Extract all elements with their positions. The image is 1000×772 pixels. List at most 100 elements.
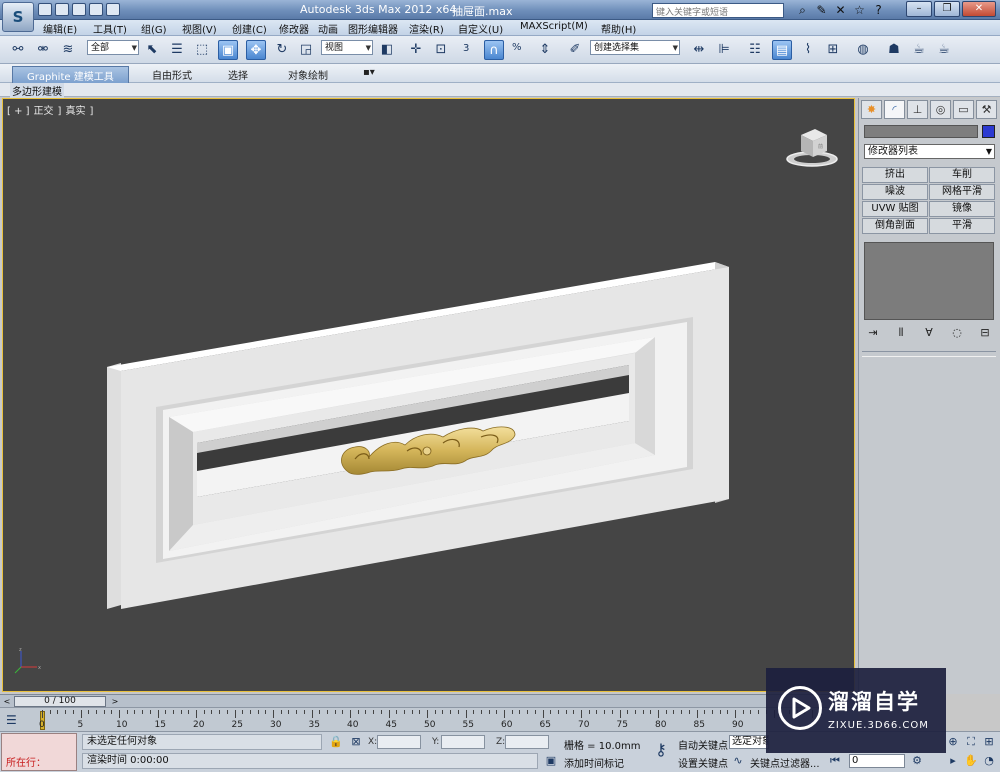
link-icon[interactable]: ⚯ [8, 40, 28, 60]
search-input[interactable]: 键入关键字或短语 [652, 3, 784, 18]
utilities-tab-icon[interactable]: ⚒ [976, 100, 997, 119]
selection-filter-dropdown[interactable]: 全部 [87, 40, 139, 55]
menu-tools[interactable]: 工具(T) [93, 21, 127, 36]
material-editor-icon[interactable]: ◍ [853, 40, 873, 60]
object-name-field[interactable] [864, 125, 978, 138]
remove-modifier-icon[interactable]: ◌ [948, 326, 966, 342]
absolute-mode-icon[interactable]: ⊠ [349, 735, 363, 749]
x-icon[interactable]: ✕ [833, 3, 848, 17]
tab-object-paint[interactable]: 对象绘制 [288, 67, 328, 82]
lock-icon[interactable]: 🔒 [329, 735, 343, 749]
save-file-icon[interactable] [72, 3, 86, 16]
restore-button[interactable]: ❐ [934, 1, 960, 17]
wrench-icon[interactable]: ✎ [814, 3, 829, 17]
zoom-icon[interactable]: ⊕ [946, 735, 960, 749]
set-key-button[interactable]: 设置关键点 [678, 755, 728, 770]
select-object-icon[interactable]: ⬉ [142, 40, 162, 60]
snap-toggle-label[interactable]: 3 [463, 43, 469, 54]
show-end-result-icon[interactable]: ⦀ [892, 326, 910, 342]
pivot-center-icon[interactable]: ◧ [377, 40, 397, 60]
lathe-button[interactable]: 车削 [929, 167, 995, 183]
time-slider[interactable]: < 0 / 100 > [0, 694, 858, 707]
polygon-modeling-label[interactable]: 多边形建模 [10, 83, 64, 98]
undo-icon[interactable] [89, 3, 103, 16]
render-production-icon[interactable]: ☕ [934, 40, 954, 60]
rectangular-selection-icon[interactable]: ⬚ [192, 40, 212, 60]
motion-tab-icon[interactable]: ◎ [930, 100, 951, 119]
menu-maxscript[interactable]: MAXScript(M) [520, 21, 588, 32]
scale-icon[interactable]: ◲ [296, 40, 316, 60]
render-setup-icon[interactable]: ☗ [884, 40, 904, 60]
time-slider-thumb[interactable]: 0 / 100 [14, 696, 106, 707]
modify-tab-icon[interactable]: ◜ [884, 100, 905, 119]
pan-view-icon[interactable]: ✋ [964, 754, 978, 768]
field-of-view-icon[interactable]: ▸ [946, 754, 960, 768]
time-slider-next-icon[interactable]: > [110, 696, 120, 707]
bind-space-warp-icon[interactable]: ≋ [58, 40, 78, 60]
application-logo[interactable]: S [2, 2, 34, 32]
binoculars-icon[interactable]: ⌕ [795, 3, 810, 17]
named-selection-dropdown[interactable]: 创建选择集 [590, 40, 680, 55]
star-icon[interactable]: ☆ [852, 3, 867, 17]
menu-edit[interactable]: 编辑(E) [43, 21, 77, 36]
hierarchy-tab-icon[interactable]: ⊥ [907, 100, 928, 119]
time-configuration-icon[interactable]: ⚙ [910, 754, 924, 768]
time-slider-prev-icon[interactable]: < [2, 696, 12, 707]
menu-views[interactable]: 视图(V) [182, 21, 217, 36]
layer-manager-icon[interactable]: ☷ [745, 40, 765, 60]
select-manipulate-icon[interactable]: ✛ [406, 40, 426, 60]
new-file-icon[interactable] [38, 3, 52, 16]
menu-modifiers[interactable]: 修改器 [279, 21, 309, 36]
go-to-start-icon[interactable]: ⏮ [828, 754, 842, 768]
minimize-button[interactable]: – [906, 1, 932, 17]
help-icon[interactable]: ? [871, 3, 886, 17]
make-unique-icon[interactable]: ∀ [920, 326, 938, 342]
track-bar[interactable]: ☰ 0 5 10 15 20 25 30 35 40 45 50 55 60 65 70 75 80 85 90 [0, 707, 858, 731]
key-icon[interactable]: ⚷ [650, 742, 672, 758]
tab-freeform[interactable]: 自由形式 [152, 67, 192, 82]
curve-editor-icon[interactable]: ⌇ [798, 40, 818, 60]
menu-help[interactable]: 帮助(H) [601, 21, 636, 36]
orbit-icon[interactable]: ◔ [982, 754, 996, 768]
percent-snap-label[interactable]: % [512, 42, 522, 53]
uvw-map-button[interactable]: UVW 贴图 [862, 201, 928, 217]
y-coordinate-field[interactable] [441, 735, 485, 749]
noise-button[interactable]: 噪波 [862, 184, 928, 200]
spinner-snap-icon[interactable]: ⇕ [535, 40, 555, 60]
smooth-button[interactable]: 平滑 [929, 218, 995, 234]
menu-graph-editors[interactable]: 图形编辑器 [348, 21, 398, 36]
modifier-stack[interactable] [864, 242, 994, 320]
edit-named-selection-icon[interactable]: ✐ [565, 40, 585, 60]
schematic-view-icon[interactable]: ⊞ [823, 40, 843, 60]
create-tab-icon[interactable]: ✸ [861, 100, 882, 119]
modifier-list-dropdown[interactable]: 修改器列表 [864, 144, 995, 159]
key-mode-field[interactable]: 选定对象 [729, 735, 769, 749]
unlink-icon[interactable]: ⚮ [33, 40, 53, 60]
pin-stack-icon[interactable]: ⇥ [864, 326, 882, 342]
key-filters-button[interactable]: 关键点过滤器... [750, 755, 820, 770]
meshsmooth-button[interactable]: 网格平滑 [929, 184, 995, 200]
menu-rendering[interactable]: 渲染(R) [409, 21, 444, 36]
auto-key-button[interactable]: 自动关键点 [678, 737, 728, 752]
graphite-toggle-icon[interactable]: ▤ [772, 40, 792, 60]
menu-create[interactable]: 创建(C) [232, 21, 267, 36]
tab-selection[interactable]: 选择 [228, 67, 248, 82]
zoom-extents-all-icon[interactable]: ⊞ [982, 735, 996, 749]
move-icon[interactable]: ✥ [246, 40, 266, 60]
maxscript-listener[interactable]: 所在行： [1, 733, 77, 771]
window-crossing-icon[interactable]: ▣ [218, 40, 238, 60]
current-frame-field[interactable]: 0 [849, 754, 905, 768]
ribbon-options-icon[interactable]: ▪▾ [363, 67, 375, 78]
bevel-profile-button[interactable]: 倒角剖面 [862, 218, 928, 234]
x-coordinate-field[interactable] [377, 735, 421, 749]
rotate-icon[interactable]: ↻ [272, 40, 292, 60]
zoom-extents-icon[interactable]: ⛶ [964, 735, 978, 749]
add-time-tag-icon[interactable]: ▣ [544, 754, 558, 768]
configure-sets-icon[interactable]: ⊟ [976, 326, 994, 342]
mirror-icon[interactable]: ⇹ [689, 40, 709, 60]
z-coordinate-field[interactable] [505, 735, 549, 749]
display-tab-icon[interactable]: ▭ [953, 100, 974, 119]
angle-snap-icon[interactable]: ∩ [484, 40, 504, 60]
menu-customize[interactable]: 自定义(U) [458, 21, 503, 36]
select-by-name-icon[interactable]: ☰ [167, 40, 187, 60]
